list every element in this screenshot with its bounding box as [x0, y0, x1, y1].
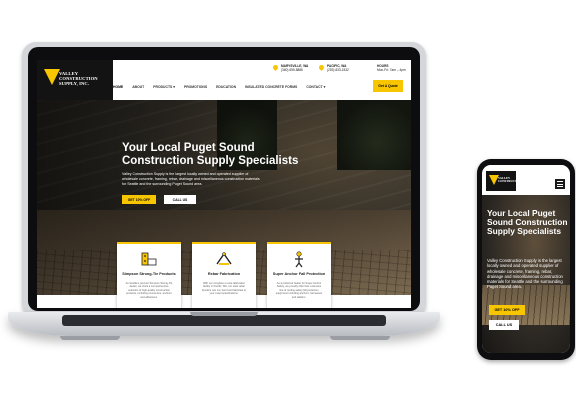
laptop-foot	[60, 336, 120, 340]
hero-title: Your Local Puget Sound Construction Supp…	[487, 208, 568, 237]
card-accent-bar	[267, 242, 331, 244]
call-us-button[interactable]: CALL US	[489, 320, 519, 330]
location-marysville: MARYSVILLE, WA (360) 659-8886	[281, 64, 308, 72]
card-title: Rebar Fabrication	[207, 272, 241, 276]
logo-v-icon	[44, 69, 60, 85]
location-pin-icon	[317, 63, 326, 72]
card-title: Super Anchor Fall Protection	[272, 272, 326, 276]
nav-education[interactable]: EDUCATION	[216, 85, 236, 89]
location-pacific: PACIFIC, WA (253) 833-1532	[327, 64, 349, 72]
site-logo[interactable]: VALLEY CONSTRUCTION SUPPLY, INC.	[37, 60, 113, 100]
card-accent-bar	[192, 242, 256, 244]
site-logo[interactable]: VALLEY CONSTRUCTION	[486, 171, 523, 191]
nav-about[interactable]: ABOUT	[132, 85, 144, 89]
laptop-screen: VALLEY CONSTRUCTION SUPPLY, INC. MARYSVI…	[37, 60, 411, 308]
card-rebar[interactable]: Rebar Fabrication With our complete on-s…	[192, 242, 256, 308]
card-text: As Seattle's premier Simpson Strong-Tie …	[125, 282, 173, 299]
connector-icon	[141, 252, 157, 266]
nav-products-label: PRODUCTS	[153, 85, 173, 89]
chevron-down-icon: ▾	[323, 85, 326, 89]
laptop-notch	[190, 312, 258, 316]
hero-text: Valley Construction Supply is the larges…	[487, 258, 563, 290]
get-discount-button[interactable]: GET 10% OFF	[489, 305, 525, 315]
menu-icon[interactable]	[555, 179, 565, 189]
get-discount-button[interactable]: GET 10% OFF	[122, 195, 156, 204]
call-us-button[interactable]: CALL US	[164, 195, 196, 204]
nav-icf[interactable]: INSULATED CONCRETE FORMS	[245, 85, 297, 89]
chevron-down-icon: ▾	[173, 85, 175, 89]
harness-icon	[295, 251, 303, 268]
hours-value: Mon-Fri: 7am – 4pm	[377, 68, 406, 72]
hero-title: Your Local Puget Sound Construction Supp…	[122, 142, 299, 167]
nav-contact-label: CONTACT	[306, 85, 323, 89]
nav-home[interactable]: HOME	[113, 85, 123, 89]
location-phone[interactable]: (360) 659-8886	[281, 68, 308, 72]
main-nav: HOME ABOUT PRODUCTS ▾ PROMOTIONS EDUCATI…	[113, 80, 325, 94]
card-text: With our complete on-site fabrication fa…	[201, 282, 247, 296]
laptop-foot	[330, 336, 390, 340]
logo-line-2: CONSTRUCTION	[498, 179, 523, 184]
card-simpson[interactable]: Simpson Strong-Tie Products As Seattle's…	[117, 242, 181, 308]
card-text: As a preferred dealer for Super Anchor S…	[275, 282, 323, 299]
nav-products[interactable]: PRODUCTS ▾	[153, 85, 175, 89]
logo-line-3: SUPPLY, INC.	[59, 81, 90, 87]
get-quote-button[interactable]: Get A Quote	[373, 80, 403, 92]
rebar-icon	[216, 252, 232, 265]
card-accent-bar	[117, 242, 181, 244]
laptop-keyboard	[62, 315, 386, 326]
location-pin-icon	[271, 63, 280, 72]
nav-promotions[interactable]: PROMOTIONS	[184, 85, 207, 89]
hours-info: HOURS Mon-Fri: 7am – 4pm	[377, 64, 406, 72]
hero-text: Valley Construction Supply is the larges…	[122, 172, 260, 186]
phone-screen: VALLEY CONSTRUCTION Your Local Puget Sou…	[482, 165, 570, 353]
nav-contact[interactable]: CONTACT ▾	[306, 85, 325, 89]
location-phone[interactable]: (253) 833-1532	[327, 68, 349, 72]
card-title: Simpson Strong-Tie Products	[122, 272, 176, 276]
card-super-anchor[interactable]: Super Anchor Fall Protection As a prefer…	[267, 242, 331, 308]
